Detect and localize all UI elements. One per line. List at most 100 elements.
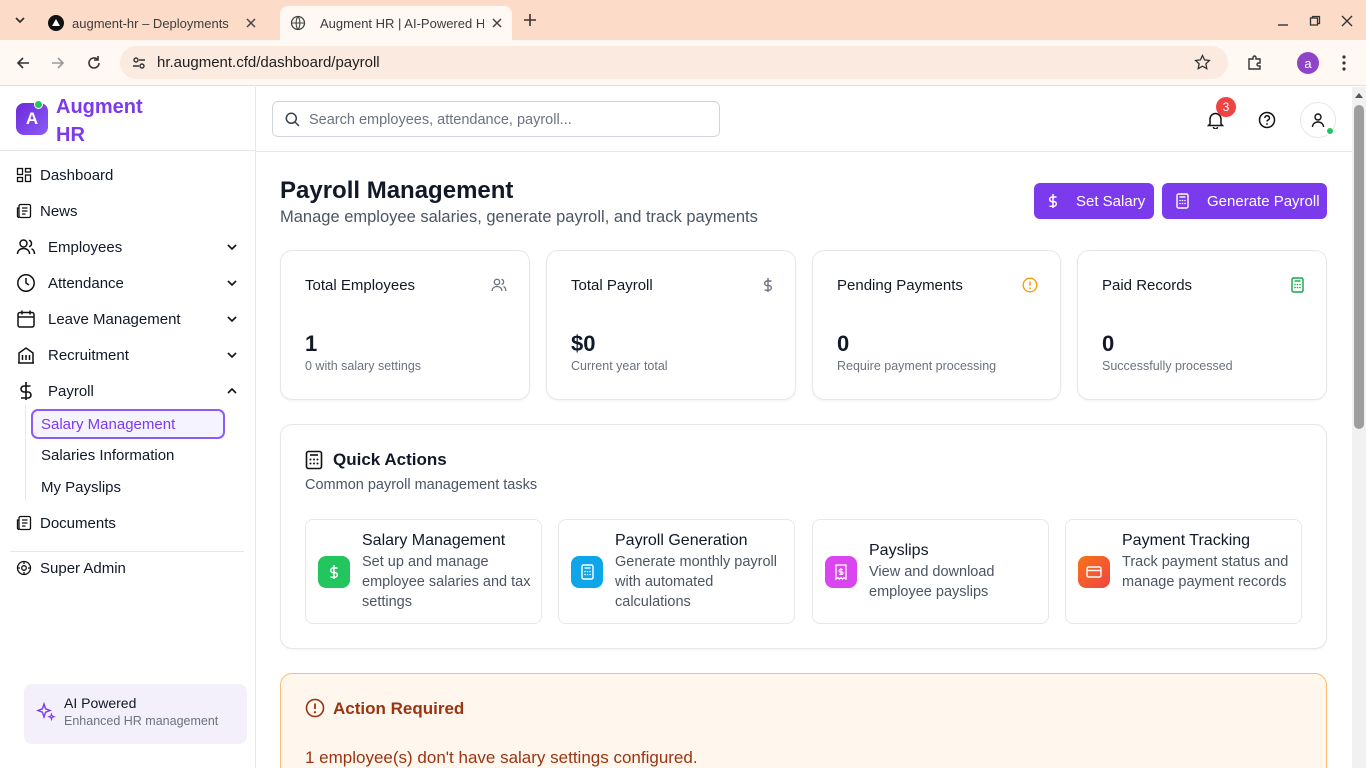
- sidebar-item-label: Employees: [48, 238, 123, 256]
- sidebar-item-super-admin[interactable]: Super Admin: [16, 554, 240, 582]
- stat-value: 0: [837, 331, 850, 356]
- document-icon: [16, 515, 32, 531]
- restore-icon: [1309, 15, 1321, 26]
- browser-toolbar: hr.augment.cfd/dashboard/payroll a: [0, 40, 1366, 86]
- quick-action-title: Salary Management: [362, 532, 506, 549]
- dollar-icon: [763, 277, 773, 293]
- online-dot: [34, 100, 43, 109]
- bookmark-star-icon[interactable]: [1194, 54, 1211, 71]
- set-salary-label: Set Salary: [1076, 192, 1146, 210]
- users-icon: [491, 277, 507, 293]
- scroll-up-icon[interactable]: [1355, 93, 1363, 98]
- quick-action-payslips[interactable]: Payslips View and download employee pays…: [812, 519, 1049, 624]
- dashboard-icon: [16, 167, 32, 183]
- new-tab-button[interactable]: [520, 10, 540, 30]
- sidebar-item-news[interactable]: News: [16, 197, 240, 225]
- url-text: hr.augment.cfd/dashboard/payroll: [157, 54, 380, 71]
- sidebar-item-payroll[interactable]: Payroll: [16, 377, 240, 405]
- sidebar-item-attendance[interactable]: Attendance: [16, 269, 240, 297]
- browser-tab-augment[interactable]: Augment HR | AI-Powered HR: [280, 6, 512, 40]
- sub-item-salary-management[interactable]: Salary Management: [31, 409, 225, 439]
- scrollbar[interactable]: [1352, 87, 1366, 768]
- plus-icon: [524, 14, 536, 26]
- tab-title: augment-hr – Deployments: [72, 15, 229, 31]
- maximize-button[interactable]: [1306, 12, 1324, 30]
- sidebar-item-leave-management[interactable]: Leave Management: [16, 305, 240, 333]
- sidebar-item-label: Leave Management: [48, 310, 181, 328]
- stat-subtext: Successfully processed: [1102, 359, 1233, 373]
- sidebar: A Augment HR Dashboard News Employees At…: [0, 87, 256, 768]
- chevron-down-icon: [226, 277, 238, 289]
- sidebar-item-recruitment[interactable]: Recruitment: [16, 341, 240, 369]
- generate-payroll-label: Generate Payroll: [1207, 192, 1320, 210]
- search-input[interactable]: Search employees, attendance, payroll...: [272, 101, 720, 137]
- quick-action-desc: View and download employee payslips: [869, 564, 995, 600]
- back-button[interactable]: [12, 52, 34, 74]
- search-placeholder: Search employees, attendance, payroll...: [309, 112, 572, 128]
- puzzle-icon: [1248, 55, 1261, 70]
- quick-action-title: Payment Tracking: [1122, 532, 1251, 549]
- chevron-down-icon: [226, 241, 238, 253]
- help-button[interactable]: [1256, 109, 1278, 131]
- forward-button[interactable]: [47, 52, 69, 74]
- browser-menu-button[interactable]: [1333, 52, 1355, 74]
- reload-button[interactable]: [83, 52, 105, 74]
- stat-card-total-employees: Total Employees 1 0 with salary settings: [280, 250, 530, 400]
- chevron-down-icon: [226, 313, 238, 325]
- calendar-icon: [16, 309, 36, 329]
- quick-action-payment-tracking[interactable]: Payment Tracking Track payment status an…: [1065, 519, 1302, 624]
- quick-action-salary-management[interactable]: Salary Management Set up and manage empl…: [305, 519, 542, 624]
- browser-tab-deployments[interactable]: augment-hr – Deployments: [38, 6, 274, 40]
- alert-title: Action Required: [333, 699, 465, 718]
- calculator-icon: [1291, 277, 1304, 293]
- site-info-icon[interactable]: [131, 55, 147, 71]
- sidebar-item-documents[interactable]: Documents: [16, 509, 240, 537]
- chevron-up-icon: [226, 385, 238, 397]
- close-tab-icon[interactable]: [492, 18, 502, 28]
- close-icon: [1341, 15, 1353, 27]
- stat-title: Total Payroll: [571, 277, 653, 294]
- brand-line1: Augment: [56, 96, 143, 118]
- vercel-icon: [48, 15, 64, 31]
- tab-list-button[interactable]: [8, 8, 32, 32]
- sidebar-item-dashboard[interactable]: Dashboard: [16, 161, 240, 189]
- sidebar-item-employees[interactable]: Employees: [16, 233, 240, 261]
- sub-item-salaries-information[interactable]: Salaries Information: [41, 447, 174, 464]
- quick-action-title: Payroll Generation: [615, 532, 748, 549]
- minimize-button[interactable]: [1274, 12, 1292, 30]
- extensions-button[interactable]: [1244, 52, 1266, 74]
- quick-action-payroll-generation[interactable]: Payroll Generation Generate monthly payr…: [558, 519, 795, 624]
- submenu-rail: [25, 405, 26, 501]
- sub-item-label: Salary Management: [41, 416, 176, 433]
- arrow-right-icon: [52, 57, 65, 69]
- sidebar-item-label: Recruitment: [48, 346, 129, 364]
- stat-value: $0: [571, 331, 596, 356]
- sub-item-my-payslips[interactable]: My Payslips: [41, 479, 121, 496]
- more-vertical-icon: [1342, 55, 1346, 71]
- stat-title: Paid Records: [1102, 277, 1193, 294]
- help-circle-icon: [1258, 111, 1276, 129]
- close-window-button[interactable]: [1338, 12, 1356, 30]
- settings-icon: [16, 560, 32, 576]
- page-title: Payroll Management: [280, 177, 514, 204]
- scrollbar-thumb[interactable]: [1354, 105, 1364, 429]
- receipt-icon: [825, 556, 857, 588]
- alert-message: 1 employee(s) don't have salary settings…: [305, 748, 698, 767]
- set-salary-button[interactable]: Set Salary: [1034, 183, 1154, 219]
- sidebar-item-label: Dashboard: [40, 166, 114, 184]
- chevron-down-icon: [226, 349, 238, 361]
- brand-line2: HR: [56, 124, 85, 146]
- generate-payroll-button[interactable]: Generate Payroll: [1162, 183, 1327, 219]
- quick-action-desc: Generate monthly payroll with automated …: [615, 554, 777, 610]
- clock-icon: [16, 273, 36, 293]
- stat-card-total-payroll: Total Payroll $0 Current year total: [546, 250, 796, 400]
- quick-action-title: Payslips: [869, 542, 929, 559]
- quick-actions-title: Quick Actions: [333, 450, 447, 469]
- stat-subtext: Require payment processing: [837, 359, 997, 373]
- address-bar[interactable]: hr.augment.cfd/dashboard/payroll: [120, 46, 1228, 79]
- action-required-alert: Action Required 1 employee(s) don't have…: [280, 673, 1327, 768]
- quick-action-desc: Track payment status and manage payment …: [1122, 554, 1289, 590]
- profile-avatar[interactable]: a: [1297, 52, 1319, 74]
- stat-title: Pending Payments: [837, 277, 963, 294]
- close-tab-icon[interactable]: [246, 18, 256, 28]
